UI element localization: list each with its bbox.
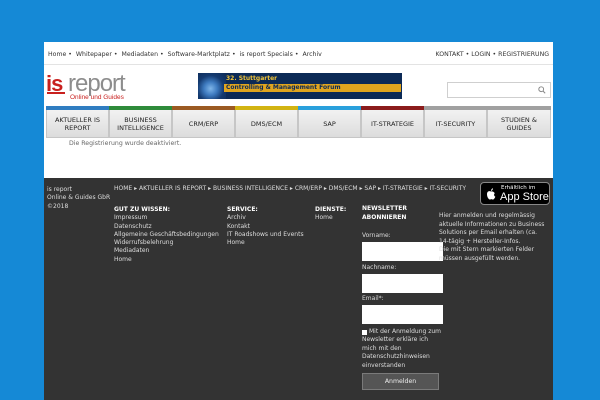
apple-icon: [487, 188, 496, 200]
nav-dms-ecm[interactable]: DMS/ECM: [235, 106, 298, 138]
app-store-badge[interactable]: Erhältlich im App Store: [480, 182, 550, 205]
top-link-whitepaper[interactable]: Whitepaper: [76, 51, 112, 58]
search-box: [447, 82, 551, 104]
nav-color-bar: [109, 106, 172, 110]
footer-link-security[interactable]: IT-SECURITY: [430, 185, 467, 192]
footer-link-aktueller[interactable]: AKTUELLER IS REPORT: [139, 185, 206, 192]
footer-copyright: is report Online & Guides GbR ©2018: [47, 186, 110, 211]
nav-color-bar: [361, 106, 424, 110]
footer-link-home[interactable]: Home: [114, 256, 219, 264]
nav-label: BUSINESS INTELLIGENCE: [117, 115, 164, 132]
main-nav: AKTUELLER IS REPORT BUSINESS INTELLIGENC…: [46, 106, 551, 138]
nav-sap[interactable]: SAP: [298, 106, 361, 138]
header-divider: [44, 64, 553, 65]
nav-it-security[interactable]: IT-SECURITY: [424, 106, 487, 138]
footer-col-service: SERVICE: Archiv Kontakt IT Roadshows und…: [227, 206, 304, 247]
footer-link-roadshows[interactable]: IT Roadshows und Events: [227, 231, 304, 239]
footer-link-kontakt[interactable]: Kontakt: [227, 223, 304, 231]
footer: is report Online & Guides GbR ©2018 HOME…: [44, 178, 553, 400]
anmelden-button[interactable]: Anmelden: [362, 373, 439, 390]
vorname-label: Vorname:: [362, 232, 391, 239]
col-title: DIENSTE:: [315, 206, 347, 213]
login-link[interactable]: LOGIN: [471, 51, 490, 58]
nav-color-bar: [235, 106, 298, 110]
nav-label: STUDIEN & GUIDES: [501, 115, 537, 132]
consent-checkbox[interactable]: [362, 330, 367, 335]
footer-link-home[interactable]: HOME: [114, 185, 132, 192]
nachname-field[interactable]: [362, 274, 443, 293]
newsletter-title: NEWSLETTER ABONNIEREN: [362, 205, 408, 221]
site-logo[interactable]: is report Online und Guides: [46, 70, 156, 103]
page-content: Home • Whitepaper • Mediadaten • Software-M…: [44, 42, 553, 400]
footer-col-dienste: DIENSTE: Home: [315, 206, 346, 223]
nav-label: IT-SECURITY: [435, 119, 476, 128]
top-link-specials[interactable]: is report Specials: [240, 51, 293, 58]
nav-color-bar: [487, 106, 551, 110]
footer-link-widerruf[interactable]: Widerrufsbelehrung: [114, 239, 219, 247]
nav-label: DMS/ECM: [250, 119, 283, 128]
nav-label: AKTUELLER IS REPORT: [54, 115, 100, 132]
top-link-archiv[interactable]: Archiv: [302, 51, 321, 58]
footer-link-strategie[interactable]: IT-STRATEGIE: [383, 185, 423, 192]
top-links: Home • Whitepaper • Mediadaten • Software-M…: [48, 51, 322, 58]
globe-image: [198, 73, 226, 99]
footer-link-dms[interactable]: DMS/ECM: [329, 185, 358, 192]
nav-label: SAP: [323, 119, 336, 128]
nav-color-bar: [424, 106, 487, 110]
nav-label: IT-STRATEGIE: [370, 119, 415, 128]
newsletter-info: Hier anmelden und regelmässig aktuelle I…: [439, 212, 548, 263]
newsletter-info-text: Hier anmelden und regelmässig aktuelle I…: [439, 212, 545, 245]
registrierung-link[interactable]: REGISTRIERUNG: [498, 51, 549, 58]
footer-link-bi[interactable]: BUSINESS INTELLIGENCE: [213, 185, 288, 192]
banner-line-1: 32. Stuttgarter: [226, 75, 278, 82]
footer-link-home[interactable]: Home: [227, 239, 304, 247]
top-link-home[interactable]: Home: [48, 51, 66, 58]
banner-line-2: Controlling & Management Forum: [224, 84, 401, 92]
kontakt-link[interactable]: KONTAKT: [436, 51, 464, 58]
nav-label: CRM/ERP: [188, 119, 219, 128]
event-banner[interactable]: 32. Stuttgarter Controlling & Management…: [198, 73, 402, 99]
top-link-mediadaten[interactable]: Mediadaten: [122, 51, 158, 58]
footer-link-impressum[interactable]: Impressum: [114, 214, 219, 222]
email-label: Email*:: [362, 295, 384, 302]
copyright-line: Online & Guides GbR: [47, 194, 111, 202]
email-field[interactable]: [362, 305, 443, 324]
search-input[interactable]: [450, 89, 540, 104]
footer-link-sap[interactable]: SAP: [364, 185, 376, 192]
nav-aktueller-is-report[interactable]: AKTUELLER IS REPORT: [46, 106, 109, 138]
footer-link-archiv[interactable]: Archiv: [227, 214, 304, 222]
footer-link-crm[interactable]: CRM/ERP: [295, 185, 322, 192]
search-icon[interactable]: [538, 86, 546, 94]
copyright-line: is report: [47, 186, 73, 193]
footer-link-home[interactable]: Home: [315, 214, 346, 222]
nav-business-intelligence[interactable]: BUSINESS INTELLIGENCE: [109, 106, 172, 138]
logo-underline: [47, 92, 65, 94]
logo-main: report: [68, 70, 126, 97]
nav-color-bar: [172, 106, 235, 110]
footer-col-gut-zu-wissen: GUT ZU WISSEN: Impressum Datenschutz All…: [114, 206, 219, 264]
account-links: KONTAKT • LOGIN • REGISTRIERUNG: [435, 51, 549, 58]
nav-it-strategie[interactable]: IT-STRATEGIE: [361, 106, 424, 138]
nav-studien-guides[interactable]: STUDIEN & GUIDES: [487, 106, 551, 138]
registration-notice: Die Registrierung wurde deaktiviert.: [69, 140, 182, 147]
required-note: Die mit Stern markierten Felder müssen a…: [439, 246, 535, 262]
nav-color-bar: [298, 106, 361, 110]
consent-text: Mit der Anmeldung zum Newsletter erkläre…: [362, 328, 442, 369]
footer-link-agb[interactable]: Allgemeine Geschäftsbedingungen: [114, 231, 219, 239]
vorname-field[interactable]: [362, 242, 443, 261]
copyright-line: ©2018: [47, 202, 69, 210]
nav-color-bar: [46, 106, 109, 110]
col-title: SERVICE:: [227, 206, 258, 213]
col-title: GUT ZU WISSEN:: [114, 206, 171, 213]
app-store-big-text: App Store: [500, 191, 549, 203]
top-link-software-marktplatz[interactable]: Software-Marktplatz: [168, 51, 230, 58]
footer-breadcrumb: HOME ▸ AKTUELLER IS REPORT ▸ BUSINESS IN…: [114, 185, 466, 192]
logo-tagline: Online und Guides: [70, 94, 124, 101]
footer-link-datenschutz[interactable]: Datenschutz: [114, 223, 219, 231]
nachname-label: Nachname:: [362, 264, 397, 271]
footer-link-mediadaten[interactable]: Mediadaten: [114, 247, 219, 255]
nav-crm-erp[interactable]: CRM/ERP: [172, 106, 235, 138]
